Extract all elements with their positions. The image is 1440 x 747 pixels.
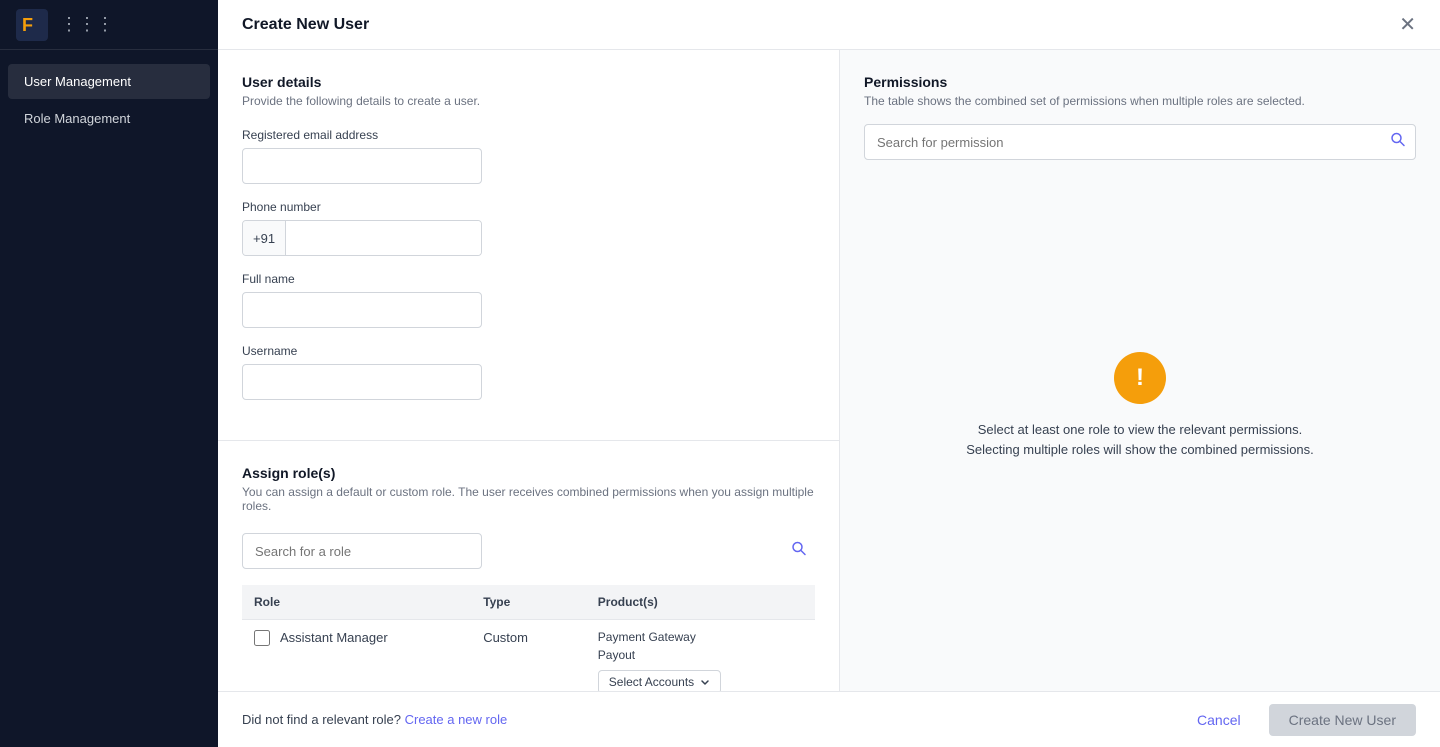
select-accounts-button[interactable]: Select Accounts: [598, 670, 721, 691]
select-accounts-label: Select Accounts: [609, 675, 694, 689]
sidebar: F ⋮⋮⋮ User Management Role Management: [0, 0, 218, 747]
role-products-cell: Payment Gateway Payout Select Accounts: [586, 620, 815, 692]
user-details-section: User details Provide the following detai…: [218, 50, 839, 441]
email-form-group: Registered email address: [242, 128, 815, 184]
modal-title: Create New User: [242, 16, 369, 34]
search-role-container: [242, 533, 815, 569]
create-new-user-button[interactable]: Create New User: [1269, 704, 1416, 736]
table-header-row: Role Type Product(s): [242, 585, 815, 620]
user-details-subtitle: Provide the following details to create …: [242, 94, 815, 108]
cancel-button[interactable]: Cancel: [1181, 704, 1257, 736]
product-payment-gateway: Payment Gateway: [598, 630, 803, 644]
svg-text:F: F: [22, 15, 33, 35]
search-permission-input[interactable]: [864, 124, 1416, 160]
phone-input-group: +91: [242, 220, 482, 256]
phone-form-group: Phone number +91: [242, 200, 815, 256]
footer-actions: Cancel Create New User: [1181, 704, 1416, 736]
search-permission-container: [864, 124, 1416, 160]
modal-footer: Did not find a relevant role? Create a n…: [218, 691, 1440, 747]
grid-icon[interactable]: ⋮⋮⋮: [60, 14, 114, 35]
role-type-custom: Custom: [483, 630, 528, 645]
username-input[interactable]: [242, 364, 482, 400]
assign-roles-title: Assign role(s): [242, 465, 815, 481]
username-form-group: Username: [242, 344, 815, 400]
role-name-cell: Assistant Manager: [242, 620, 471, 692]
create-role-link[interactable]: Create a new role: [405, 712, 508, 727]
logo-icon: F: [16, 9, 48, 41]
col-products: Product(s): [586, 585, 815, 620]
footer-hint: Did not find a relevant role? Create a n…: [242, 712, 507, 727]
footer-hint-text: Did not find a relevant role?: [242, 712, 401, 727]
permissions-empty-state: ! Select at least one role to view the r…: [864, 184, 1416, 667]
modal-body: User details Provide the following detai…: [218, 50, 1440, 691]
phone-number-input[interactable]: [286, 221, 482, 255]
close-button[interactable]: ✕: [1399, 12, 1416, 37]
product-payout: Payout: [598, 648, 803, 662]
col-role: Role: [242, 585, 471, 620]
col-type: Type: [471, 585, 586, 620]
chevron-down-icon: [700, 677, 710, 687]
search-role-input[interactable]: [242, 533, 482, 569]
email-input[interactable]: [242, 148, 482, 184]
sidebar-nav: User Management Role Management: [0, 50, 218, 150]
sidebar-header: F ⋮⋮⋮: [0, 0, 218, 50]
phone-prefix: +91: [243, 221, 286, 255]
permissions-title: Permissions: [864, 74, 1416, 90]
email-label: Registered email address: [242, 128, 815, 142]
search-permission-icon: [1390, 132, 1406, 153]
user-details-title: User details: [242, 74, 815, 90]
fullname-input[interactable]: [242, 292, 482, 328]
table-row: Assistant Manager Custom Payment Gateway…: [242, 620, 815, 692]
modal-overlay: Create New User ✕ User details Provide t…: [218, 0, 1440, 747]
warning-icon: !: [1114, 352, 1166, 404]
empty-state-text: Select at least one role to view the rel…: [950, 420, 1330, 459]
sidebar-item-user-management[interactable]: User Management: [8, 64, 210, 99]
fullname-label: Full name: [242, 272, 815, 286]
right-panel: Permissions The table shows the combined…: [840, 50, 1440, 691]
search-role-button[interactable]: [791, 541, 807, 562]
left-panel: User details Provide the following detai…: [218, 50, 840, 691]
fullname-form-group: Full name: [242, 272, 815, 328]
role-checkbox-assistant-manager[interactable]: [254, 630, 270, 646]
phone-label: Phone number: [242, 200, 815, 214]
role-name-assistant-manager: Assistant Manager: [280, 630, 388, 645]
permissions-subtitle: The table shows the combined set of perm…: [864, 94, 1416, 108]
roles-table: Role Type Product(s): [242, 585, 815, 691]
main-content: Create New User ✕ User details Provide t…: [218, 0, 1440, 747]
assign-roles-subtitle: You can assign a default or custom role.…: [242, 485, 815, 513]
sidebar-item-role-management[interactable]: Role Management: [8, 101, 210, 136]
role-type-cell: Custom: [471, 620, 586, 692]
modal-header: Create New User ✕: [218, 0, 1440, 50]
username-label: Username: [242, 344, 815, 358]
assign-roles-section: Assign role(s) You can assign a default …: [218, 441, 839, 691]
create-user-modal: Create New User ✕ User details Provide t…: [218, 0, 1440, 747]
